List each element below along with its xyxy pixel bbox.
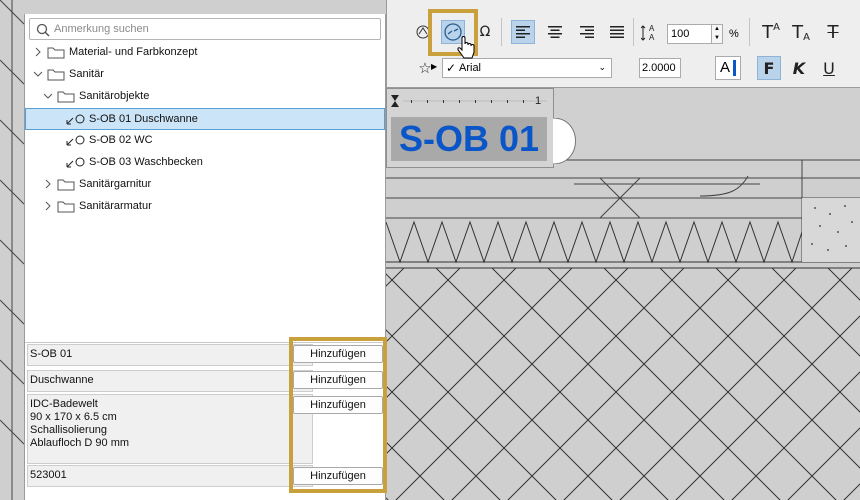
tree-item-label: S-OB 02 WC [89,134,153,146]
tree-item-label: S-OB 01 Duschwanne [89,113,198,125]
tree-item-label: S-OB 03 Waschbecken [89,156,203,168]
add-description-button[interactable]: Hinzufügen [293,396,383,414]
text-color-button[interactable]: A [715,56,741,80]
align-right-icon [580,26,594,38]
search-icon [36,23,50,37]
strikethrough-label: T [827,21,839,43]
text-width-icon: AA [639,20,663,44]
align-justify-button[interactable] [605,20,629,44]
tree-item-sanitaerarmatur[interactable]: Sanitärarmatur [25,196,385,218]
svg-text:A: A [649,24,655,33]
strikethrough-button[interactable]: T [821,20,845,44]
tree-item-label: Material- und Farbkonzept [69,46,198,58]
bold-button[interactable]: F [757,56,781,80]
annotation-pointer-icon [66,114,85,125]
add-name-button[interactable]: Hinzufügen [293,371,383,389]
text-width-percent-input[interactable] [667,24,713,44]
tree-item-s-ob-01[interactable]: S-OB 01 Duschwanne [25,108,385,130]
percent-stepper[interactable]: ▲ ▼ [711,24,723,44]
checkmark-icon: ✓ [446,61,457,75]
bold-label: F [763,58,775,78]
annotation-pointer-icon [66,157,85,168]
svg-text:A: A [649,33,655,42]
tree-item-s-ob-02[interactable]: S-OB 02 WC [25,130,385,152]
field-number[interactable]: 523001 [27,465,313,487]
chevron-right-icon[interactable] [43,179,53,189]
add-number-button[interactable]: Hinzufügen [293,467,383,485]
italic-button[interactable]: K [787,56,811,80]
favorites-arrow-icon[interactable]: ▶ [431,62,437,71]
folder-icon [47,47,65,59]
align-left-button[interactable] [511,20,535,44]
ruler-number: 1 [535,95,542,107]
font-name: Arial [459,62,482,74]
color-label: A [720,59,731,76]
underline-label: U [823,58,835,78]
tree-item-sanitaer[interactable]: Sanitär [25,64,385,86]
label-ruler [391,95,547,107]
color-swatch [733,60,736,76]
omega-icon[interactable]: Ω [473,20,497,44]
italic-label: K [792,58,806,78]
align-left-icon [516,26,530,38]
chevron-right-icon[interactable] [33,47,43,57]
underline-button[interactable]: U [817,56,841,80]
anchor-icon[interactable] [411,20,435,44]
folder-open-icon [57,91,75,103]
align-center-button[interactable] [543,20,567,44]
chevron-down-icon[interactable] [43,91,53,101]
tree-item-label: Sanitärarmatur [79,200,152,212]
folder-open-icon [47,69,65,81]
annotation-panel: Material- und Farbkonzept Sanitär Sanitä… [24,14,386,500]
tree-item-label: Sanitärobjekte [79,90,150,102]
label-preview-text: S-OB 01 [391,117,547,161]
tree-item-label: Sanitär [69,68,104,80]
chevron-down-icon[interactable] [33,69,43,79]
annotation-pointer-icon [66,135,85,146]
subscript-label: T [792,21,804,43]
align-justify-icon [610,26,624,38]
search-input[interactable] [54,20,374,38]
superscript-button[interactable]: TA [759,20,783,44]
tree-item-material-farbkonzept[interactable]: Material- und Farbkonzept [25,42,385,64]
tree-item-label: Sanitärgarnitur [79,178,152,190]
percent-unit: % [729,28,739,40]
tree-item-sanitaergarnitur[interactable]: Sanitärgarnitur [25,174,385,196]
annotation-label-preview[interactable]: 1 S-OB 01 [386,88,554,168]
field-name[interactable]: Duschwanne [27,370,313,392]
search-box [29,18,381,40]
chevron-right-icon[interactable] [43,201,53,211]
hand-cursor-icon [457,36,475,59]
align-right-button[interactable] [575,20,599,44]
text-size-input[interactable]: 2.0000 [639,58,681,78]
align-center-icon [548,26,562,38]
label-end-cap [553,118,576,164]
panel-divider [25,342,385,343]
field-id[interactable]: S-OB 01 [27,344,313,366]
superscript-label: T [762,21,774,43]
tree-item-s-ob-03[interactable]: S-OB 03 Waschbecken [25,152,385,174]
field-description[interactable]: IDC-Badewelt 90 x 170 x 6.5 cm Schalliso… [27,394,313,464]
subscript-button[interactable]: TA [789,20,813,44]
tree-item-sanitaerobjekte[interactable]: Sanitärobjekte [25,86,385,108]
chevron-down-icon: ⌄ [598,62,606,72]
folder-icon [57,179,75,191]
folder-icon [57,201,75,213]
add-id-button[interactable]: Hinzufügen [293,345,383,363]
